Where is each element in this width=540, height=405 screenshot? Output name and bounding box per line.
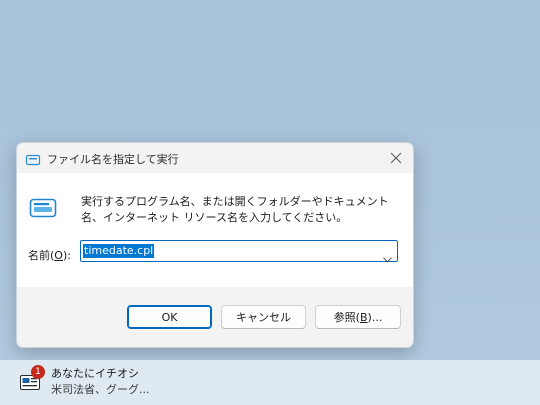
ok-button-label: OK <box>161 310 178 324</box>
notification-badge: 1 <box>31 365 45 379</box>
chevron-down-icon[interactable] <box>383 248 392 263</box>
notification-title: あなたにイチオシ <box>51 367 139 380</box>
cancel-button-label: キャンセル <box>236 311 291 324</box>
cancel-button[interactable]: キャンセル <box>221 305 306 329</box>
content-area: 実行するプログラム名、または開くフォルダーやドキュメント名、インターネット リソ… <box>17 173 413 287</box>
close-button[interactable] <box>383 145 409 171</box>
name-label: 名前(O): <box>28 247 71 263</box>
run-dialog: ファイル名を指定して実行 実行するプログラム名、または開くフォルダーやドキュメン… <box>16 142 414 348</box>
browse-button[interactable]: 参照(B)... <box>315 305 401 329</box>
browse-button-label: 参照( <box>333 311 360 324</box>
command-input-value: timedate.cpl <box>83 244 155 258</box>
dialog-title: ファイル名を指定して実行 <box>47 153 179 166</box>
run-icon <box>28 196 58 220</box>
browse-button-suffix: )... <box>367 310 383 324</box>
close-icon <box>390 152 402 164</box>
run-icon <box>25 151 41 166</box>
ok-button[interactable]: OK <box>127 305 212 329</box>
title-bar[interactable]: ファイル名を指定して実行 <box>17 143 413 173</box>
news-notification[interactable]: 1 あなたにイチオシ 米司法省、グーグ... <box>0 360 540 405</box>
name-label-text: 名前( <box>28 249 55 262</box>
name-label-suffix: ): <box>62 249 71 262</box>
command-input[interactable]: timedate.cpl <box>80 240 398 263</box>
name-label-accesskey: O <box>54 249 63 262</box>
browse-button-accesskey: B <box>359 310 368 324</box>
notification-subtitle: 米司法省、グーグ... <box>51 383 150 396</box>
description-text: 実行するプログラム名、または開くフォルダーやドキュメント名、インターネット リソ… <box>81 195 389 224</box>
